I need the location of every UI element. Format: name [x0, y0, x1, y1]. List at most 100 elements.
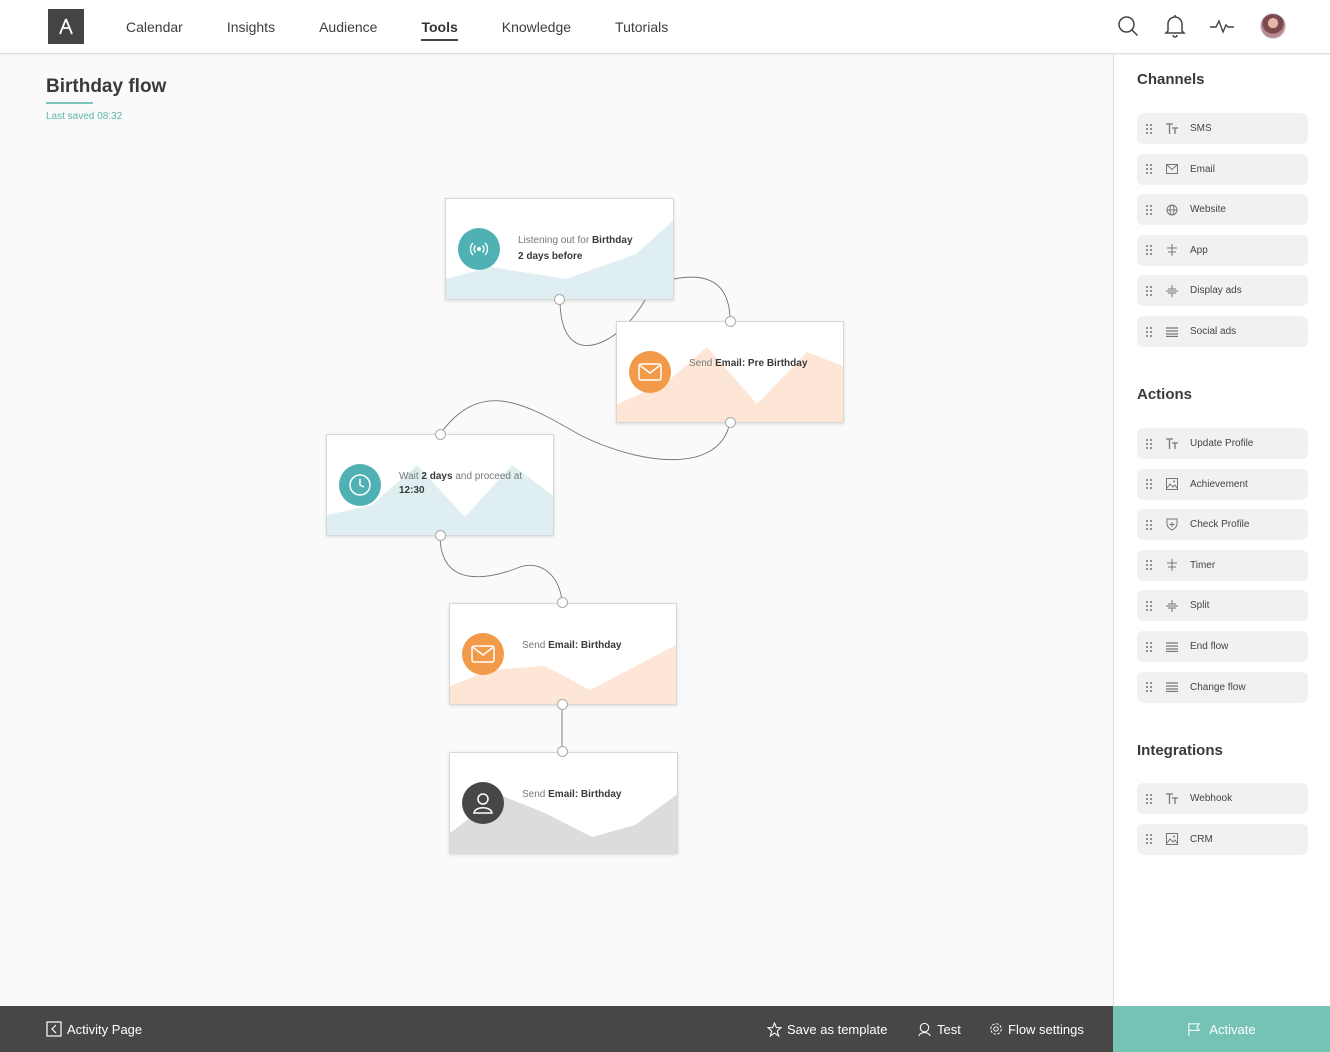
drag-handle-icon[interactable]: [1139, 519, 1159, 531]
nav-tools[interactable]: Tools: [421, 0, 459, 54]
palette-item-label: Webhook: [1190, 793, 1233, 804]
app-icon: [1164, 242, 1180, 258]
drag-handle-icon[interactable]: [1139, 478, 1159, 490]
nav-knowledge[interactable]: Knowledge: [502, 0, 571, 54]
palette-item-check-profile[interactable]: Check Profile: [1137, 509, 1308, 541]
node-text-line2: 2 days before: [518, 251, 583, 262]
avatar[interactable]: [1260, 13, 1286, 39]
drag-handle-icon[interactable]: [1139, 244, 1159, 256]
palette-item-email[interactable]: Email: [1137, 153, 1308, 185]
drag-handle-icon[interactable]: [1139, 123, 1159, 135]
test-label: Test: [937, 1021, 961, 1037]
flow-node-pre-email[interactable]: Send Email: Pre Birthday: [616, 321, 844, 423]
save-template-button[interactable]: Save as template: [767, 1006, 887, 1052]
drag-handle-icon[interactable]: [1139, 204, 1159, 216]
node-output-port[interactable]: [725, 417, 736, 428]
flow-node-trigger[interactable]: Listening out for Birthday 2 days before: [445, 198, 674, 300]
node-input-port[interactable]: [557, 746, 568, 757]
search-icon[interactable]: [1115, 13, 1141, 39]
list-icon: [1164, 679, 1180, 695]
mail-icon: [1164, 161, 1180, 177]
mail-icon: [629, 351, 671, 393]
node-text-pre: Send: [522, 789, 549, 800]
drag-handle-icon[interactable]: [1139, 600, 1159, 612]
node-label: Send Email: Birthday: [522, 787, 672, 803]
palette-item-split[interactable]: Split: [1137, 590, 1308, 622]
text-icon: [1164, 121, 1180, 137]
text-icon: [1164, 791, 1180, 807]
palette-item-label: Update Profile: [1190, 438, 1254, 449]
text-icon: [1164, 436, 1180, 452]
node-text-pre: Send: [689, 358, 716, 369]
drag-handle-icon[interactable]: [1139, 641, 1159, 653]
nav-audience[interactable]: Audience: [319, 0, 377, 54]
drag-handle-icon[interactable]: [1139, 833, 1159, 845]
drag-handle-icon[interactable]: [1139, 681, 1159, 693]
bell-icon[interactable]: [1162, 13, 1188, 39]
palette-item-crm[interactable]: CRM: [1137, 823, 1308, 855]
palette-item-update-profile[interactable]: Update Profile: [1137, 428, 1308, 459]
star-icon: [767, 1021, 782, 1037]
node-text-bold: 2 days: [421, 471, 453, 482]
node-output-port[interactable]: [435, 530, 446, 541]
drag-handle-icon[interactable]: [1139, 438, 1159, 450]
palette-item-achievement[interactable]: Achievement: [1137, 468, 1308, 500]
palette-item-label: Timer: [1190, 559, 1216, 571]
node-input-port[interactable]: [435, 429, 446, 440]
node-label: Send Email: Pre Birthday: [689, 356, 839, 372]
list-icon: [1164, 639, 1180, 655]
node-input-port[interactable]: [557, 597, 568, 608]
flow-node-wait[interactable]: Wait 2 days and proceed at 12:30: [326, 434, 554, 536]
actions-title: Actions: [1137, 386, 1193, 403]
palette-item-label: CRM: [1190, 833, 1213, 845]
node-label: Listening out for Birthday 2 days before: [518, 233, 668, 265]
palette-item-change-flow[interactable]: Change flow: [1137, 671, 1308, 703]
palette-item-sms[interactable]: SMS: [1137, 113, 1308, 144]
save-template-label: Save as template: [787, 1021, 888, 1037]
flow-node-email[interactable]: Send Email: Birthday: [449, 603, 677, 705]
palette-item-display-ads[interactable]: Display ads: [1137, 275, 1308, 307]
flag-icon: [1187, 1022, 1202, 1037]
broadcast-icon: [458, 228, 500, 270]
test-button[interactable]: Test: [917, 1006, 961, 1052]
activity-page-button[interactable]: Activity Page: [46, 1006, 142, 1052]
node-text-pre: Send: [522, 640, 549, 651]
app-logo[interactable]: [48, 9, 84, 44]
activate-button[interactable]: Activate: [1113, 1006, 1330, 1052]
gear-icon: [989, 1022, 1003, 1036]
drag-handle-icon[interactable]: [1139, 559, 1159, 571]
channels-title: Channels: [1137, 71, 1205, 88]
activity-page-label: Activity Page: [67, 1021, 143, 1037]
palette-item-webhook[interactable]: Webhook: [1137, 783, 1308, 814]
activity-icon[interactable]: [1209, 13, 1235, 39]
nav-tutorials[interactable]: Tutorials: [615, 0, 668, 54]
palette-item-end-flow[interactable]: End flow: [1137, 631, 1308, 662]
nav-calendar[interactable]: Calendar: [126, 0, 183, 54]
palette-item-app[interactable]: App: [1137, 234, 1308, 266]
node-input-port[interactable]: [725, 316, 736, 327]
split-icon: [1164, 283, 1180, 299]
palette-item-label: Email: [1190, 163, 1216, 175]
palette-item-label: Display ads: [1190, 285, 1242, 297]
drag-handle-icon[interactable]: [1139, 326, 1159, 338]
nav-insights[interactable]: Insights: [227, 0, 275, 54]
header-actions: [1094, 13, 1286, 39]
node-output-port[interactable]: [554, 294, 565, 305]
logo-icon: [59, 18, 73, 34]
flow-node-profile[interactable]: Send Email: Birthday: [449, 752, 678, 854]
drag-handle-icon[interactable]: [1139, 285, 1159, 297]
palette-item-website[interactable]: Website: [1137, 194, 1308, 226]
drag-handle-icon[interactable]: [1139, 163, 1159, 175]
node-output-port[interactable]: [557, 699, 568, 710]
drag-handle-icon[interactable]: [1139, 793, 1159, 805]
palette-item-social-ads[interactable]: Social ads: [1137, 316, 1308, 347]
node-text-bold: Email: Pre Birthday: [715, 358, 808, 369]
main-nav: Calendar Insights Audience Tools Knowled…: [126, 0, 712, 54]
node-text-bold2: 12:30: [399, 485, 425, 496]
mail-icon: [462, 633, 504, 675]
flow-settings-button[interactable]: Flow settings: [989, 1006, 1084, 1052]
node-label: Wait 2 days and proceed at 12:30: [399, 470, 534, 498]
palette-item-label: App: [1190, 244, 1208, 256]
split-icon: [1164, 598, 1180, 614]
palette-item-timer[interactable]: Timer: [1137, 549, 1308, 581]
